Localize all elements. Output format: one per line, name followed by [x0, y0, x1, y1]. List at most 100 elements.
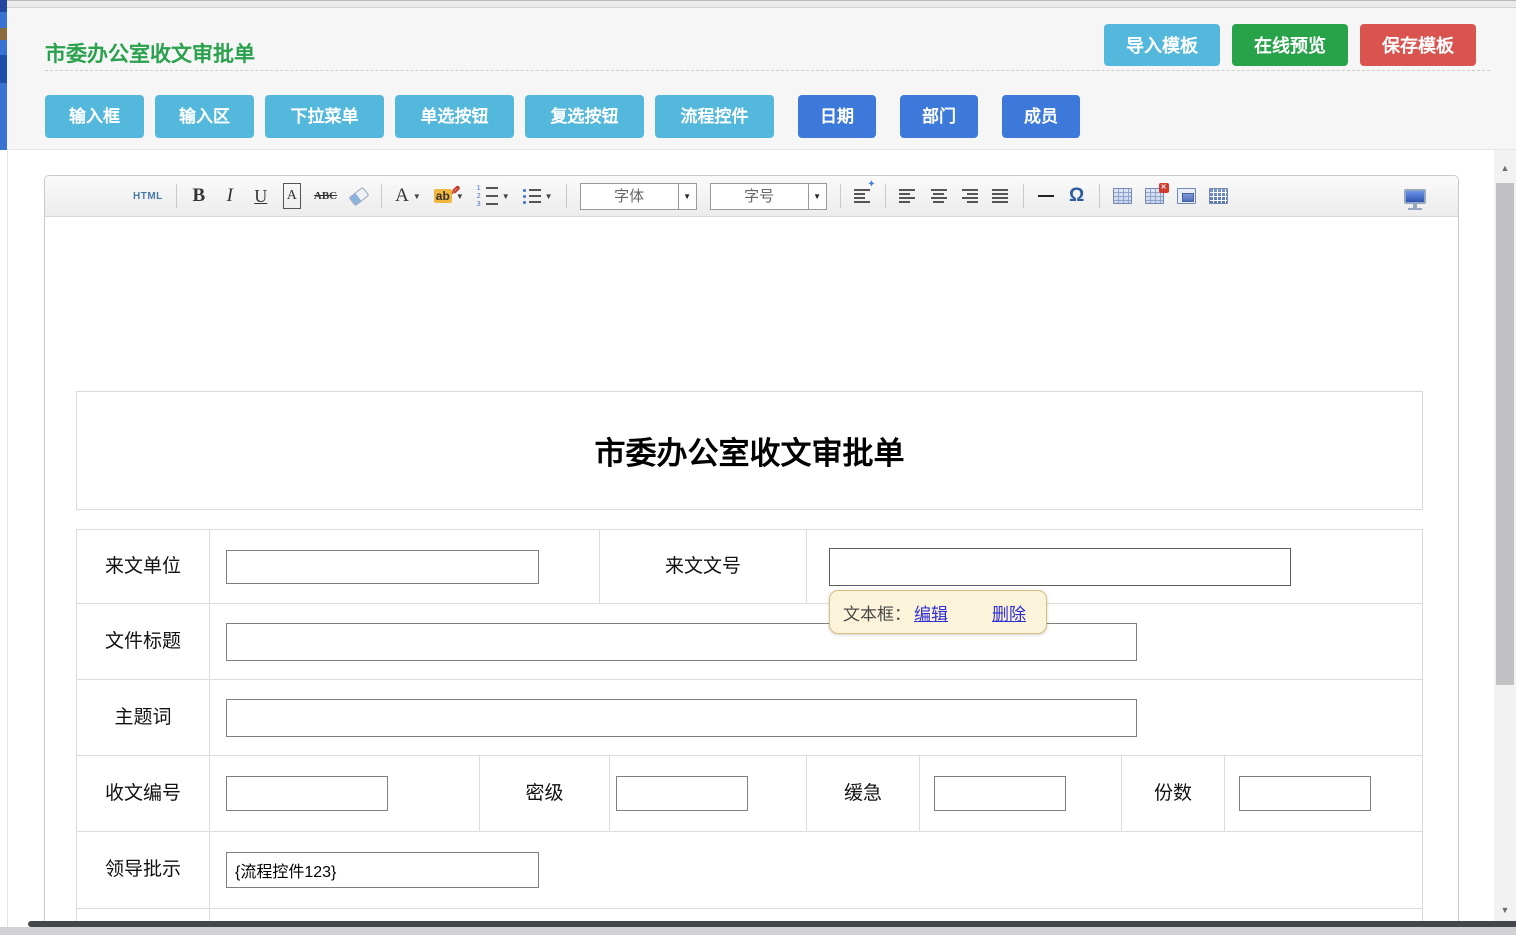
laiwen-wenhao-input[interactable]: [829, 548, 1291, 586]
toolbar-separator: [840, 184, 841, 208]
checkbox-button[interactable]: 复选按钮: [525, 95, 644, 138]
cell: [210, 832, 1422, 908]
flow-control-button[interactable]: 流程控件: [655, 95, 774, 138]
huanji-input[interactable]: [934, 776, 1066, 811]
dashed-separator: [45, 70, 1490, 71]
cell: [210, 530, 600, 603]
label-miji: 密级: [480, 756, 610, 831]
highlight-icon[interactable]: ab▼: [434, 183, 464, 209]
date-button[interactable]: 日期: [798, 95, 876, 138]
chevron-down-icon: ▼: [502, 192, 510, 201]
laiwen-danwei-input[interactable]: [226, 550, 539, 584]
label-huanji: 缓急: [807, 756, 920, 831]
chevron-down-icon: ▼: [808, 184, 826, 209]
cell: [210, 680, 1422, 755]
chevron-down-icon: ▼: [545, 192, 553, 201]
underline-icon[interactable]: U: [252, 183, 270, 209]
italic-icon[interactable]: I: [221, 183, 239, 209]
table-cell-icon[interactable]: [1177, 183, 1196, 209]
toolbar-separator: [885, 184, 886, 208]
table-row: 收文编号 密级 缓急 份数: [77, 756, 1422, 832]
font-size-select[interactable]: 字号 ▼: [710, 183, 827, 210]
table-row: 领导批示: [77, 832, 1422, 909]
font-family-select[interactable]: 字体 ▼: [580, 183, 697, 210]
header-actions: 导入模板 在线预览 保存模板: [1104, 24, 1476, 66]
editor-toolbar: HTML B I U A ABC A▼ ab▼ 1 2 3 ▼ ▼ 字体 ▼: [45, 176, 1458, 217]
html-source-icon[interactable]: HTML: [133, 183, 163, 209]
top-edge-strip: [0, 0, 1516, 8]
left-edge-segment: [0, 28, 7, 40]
label-laiwen-wenhao: 来文文号: [600, 530, 807, 603]
fullscreen-icon[interactable]: [1404, 183, 1440, 209]
label-wenjian-biaoti: 文件标题: [77, 604, 210, 679]
chevron-down-icon: ▼: [678, 184, 696, 209]
label-lingdao-pishi: 领导批示: [77, 832, 210, 908]
toolbar-separator: [566, 184, 567, 208]
cell: [210, 604, 1422, 679]
control-tooltip: 文本框： 编辑 删除: [829, 590, 1047, 634]
delete-link[interactable]: 删除: [992, 600, 1026, 625]
vertical-scrollbar[interactable]: ▲ ▼: [1494, 150, 1516, 935]
scrollbar-thumb[interactable]: [1496, 183, 1514, 685]
unordered-list-icon[interactable]: ▼: [523, 183, 553, 209]
table-grid-icon[interactable]: [1209, 183, 1228, 209]
delete-table-icon[interactable]: [1145, 183, 1164, 209]
cell: [210, 756, 480, 831]
input-box-button[interactable]: 输入框: [45, 95, 144, 138]
page-left-border: [7, 150, 8, 935]
left-edge-segment: [0, 0, 7, 12]
insert-table-icon[interactable]: [1113, 183, 1132, 209]
toolbar-separator: [1023, 184, 1024, 208]
table-row: 主题词: [77, 680, 1422, 756]
strikethrough-icon[interactable]: ABC: [314, 183, 337, 209]
align-left-icon[interactable]: [899, 183, 917, 209]
ordered-list-icon[interactable]: 1 2 3 ▼: [477, 183, 510, 209]
save-template-button[interactable]: 保存模板: [1360, 24, 1476, 66]
label-laiwen-danwei: 来文单位: [77, 530, 210, 603]
align-right-icon[interactable]: [961, 183, 979, 209]
lingdao-pishi-input[interactable]: [226, 852, 539, 888]
zhutici-input[interactable]: [226, 699, 1137, 737]
indent-icon[interactable]: ✦: [854, 183, 872, 209]
table-row: 来文单位 来文文号: [77, 530, 1422, 604]
align-justify-icon[interactable]: [992, 183, 1010, 209]
bold-icon[interactable]: B: [190, 183, 208, 209]
font-color-icon[interactable]: A▼: [395, 183, 421, 209]
editor-content[interactable]: 市委办公室收文审批单 来文单位 来文文号 文件标题: [45, 217, 1458, 926]
tooltip-label: 文本框：: [843, 600, 911, 625]
document-title: 市委办公室收文审批单: [595, 428, 905, 473]
eraser-icon[interactable]: [350, 183, 368, 209]
style-box-icon[interactable]: A: [283, 183, 301, 209]
bottom-edge-grey-strip: [0, 927, 1516, 935]
department-button[interactable]: 部门: [900, 95, 978, 138]
miji-input[interactable]: [616, 776, 748, 811]
toolbar-separator: [176, 184, 177, 208]
align-center-icon[interactable]: [930, 183, 948, 209]
cell: [920, 756, 1122, 831]
special-char-icon[interactable]: Ω: [1068, 183, 1086, 209]
page-header: 市委办公室收文审批单 导入模板 在线预览 保存模板 输入框 输入区 下拉菜单 单…: [7, 8, 1516, 150]
chevron-down-icon: ▼: [413, 192, 421, 201]
scroll-down-arrow[interactable]: ▼: [1494, 900, 1516, 920]
horizontal-rule-icon[interactable]: [1037, 183, 1055, 209]
member-button[interactable]: 成员: [1002, 95, 1080, 138]
fenshu-input[interactable]: [1239, 776, 1371, 811]
toolbar-separator: [1099, 184, 1100, 208]
left-edge-segment: [0, 55, 7, 83]
form-table: 来文单位 来文文号 文件标题 主题词: [76, 529, 1423, 926]
label-shouwen-bianhao: 收文编号: [77, 756, 210, 831]
rich-text-editor: HTML B I U A ABC A▼ ab▼ 1 2 3 ▼ ▼ 字体 ▼: [44, 175, 1459, 926]
table-row: 文件标题: [77, 604, 1422, 680]
scroll-up-arrow[interactable]: ▲: [1494, 158, 1516, 178]
import-template-button[interactable]: 导入模板: [1104, 24, 1220, 66]
shouwen-bianhao-input[interactable]: [226, 776, 388, 811]
dropdown-button[interactable]: 下拉菜单: [265, 95, 384, 138]
edit-link[interactable]: 编辑: [914, 600, 948, 625]
radio-button[interactable]: 单选按钮: [395, 95, 514, 138]
input-area-button[interactable]: 输入区: [155, 95, 254, 138]
label-zhutici: 主题词: [77, 680, 210, 755]
cell: [610, 756, 807, 831]
toolbar-separator: [381, 184, 382, 208]
online-preview-button[interactable]: 在线预览: [1232, 24, 1348, 66]
widget-toolbar: 输入框 输入区 下拉菜单 单选按钮 复选按钮 流程控件 日期 部门 成员: [45, 95, 1080, 138]
